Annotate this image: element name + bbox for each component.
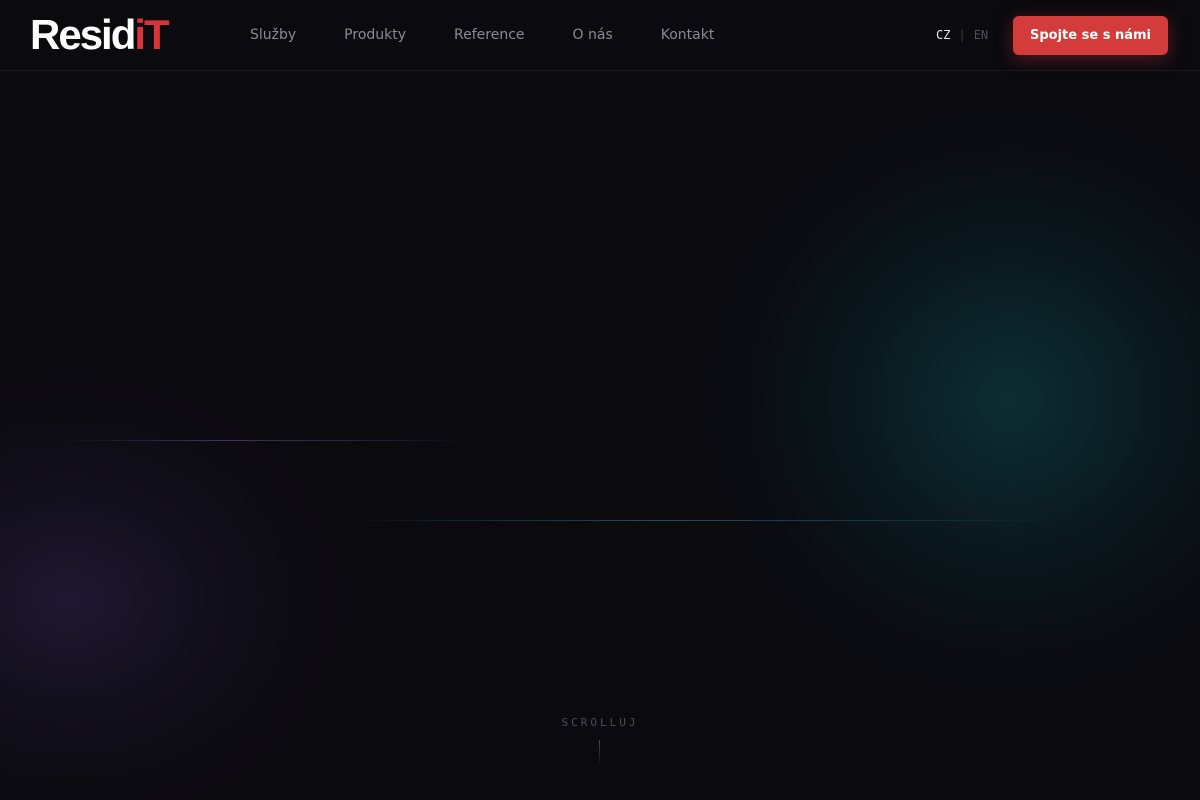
language-switcher: CZ | EN [936, 0, 988, 70]
contact-us-button[interactable]: Spojte se s námi [1013, 16, 1168, 55]
residit-logo[interactable]: Resid iT [30, 11, 170, 58]
teal-glow-decoration [700, 100, 1200, 700]
logo-text-white: Resid [30, 11, 136, 58]
nav-item-sluzby[interactable]: Služby [226, 27, 320, 43]
site-header: Resid iT Služby Produkty Reference O nás … [0, 0, 1200, 71]
nav-item-reference[interactable]: Reference [430, 27, 549, 43]
page: Resid iT Služby Produkty Reference O nás … [0, 0, 1200, 800]
purple-glow-decoration [0, 380, 340, 800]
nav-item-kontakt[interactable]: Kontakt [637, 27, 739, 43]
language-separator: | [958, 28, 966, 42]
logo-text-red: iT [134, 11, 169, 58]
main-nav: Služby Produkty Reference O nás Kontakt [226, 0, 738, 70]
purple-line-decoration [60, 440, 470, 441]
teal-line-decoration [340, 520, 1060, 521]
scroll-hint-label: SCROLLUJ [561, 716, 639, 729]
language-en[interactable]: EN [974, 28, 988, 42]
nav-item-produkty[interactable]: Produkty [320, 27, 430, 43]
scroll-hint-line [599, 740, 600, 766]
nav-item-o-nas[interactable]: O nás [549, 27, 637, 43]
language-cz[interactable]: CZ [936, 28, 950, 42]
